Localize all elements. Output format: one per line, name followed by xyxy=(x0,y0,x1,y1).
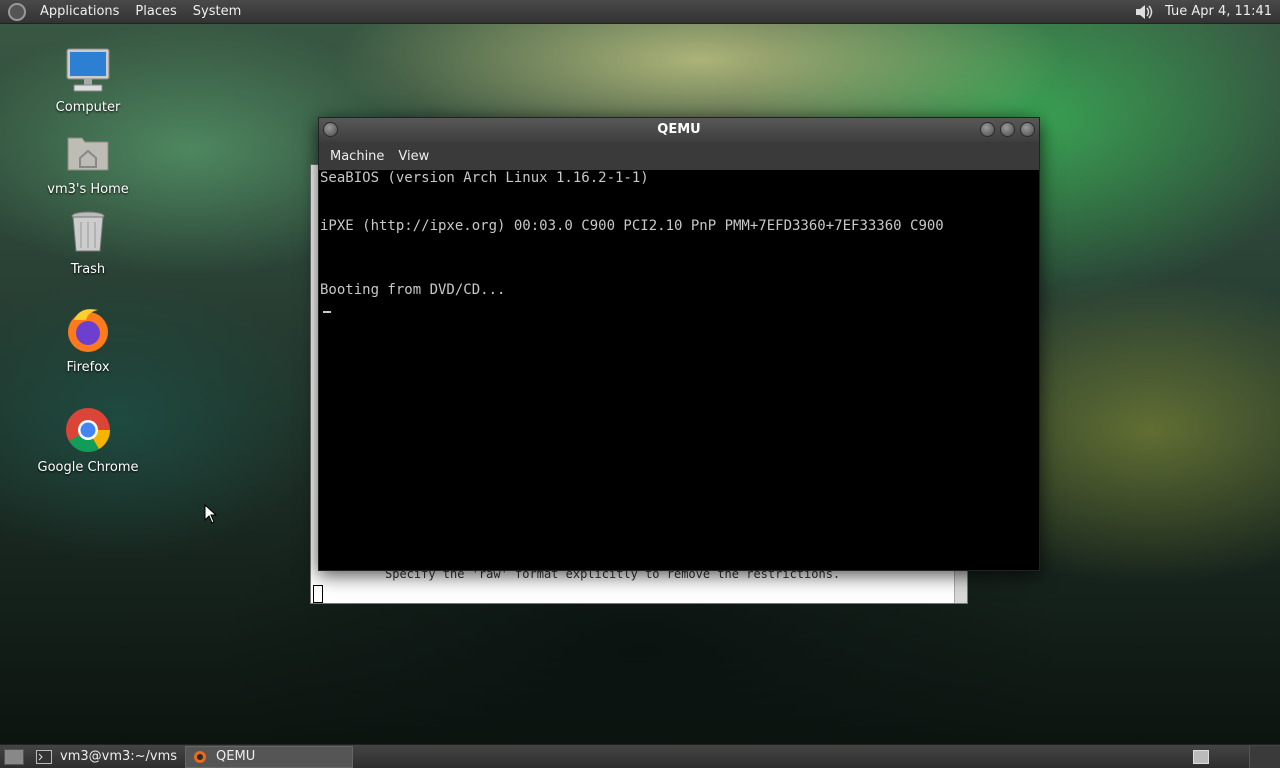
terminal-cursor xyxy=(313,585,323,603)
taskbar-item-label: vm3@vm3:~/vms xyxy=(60,749,178,764)
bottom-panel: vm3@vm3:~/vms QEMU xyxy=(0,744,1280,768)
top-panel: Applications Places System Tue Apr 4, 11… xyxy=(0,0,1280,24)
desktop-icon-computer[interactable]: Computer xyxy=(28,46,148,115)
desktop-icon-home[interactable]: vm3's Home xyxy=(28,128,148,197)
applications-menu[interactable]: Applications xyxy=(32,4,127,19)
qemu-window[interactable]: QEMU Machine View SeaBIOS (version Arch … xyxy=(318,117,1040,571)
qemu-titlebar[interactable]: QEMU xyxy=(319,118,1039,142)
show-desktop-icon[interactable] xyxy=(4,748,24,765)
ipxe-line: iPXE (http://ipxe.org) 00:03.0 C900 PCI2… xyxy=(320,218,944,234)
window-title: QEMU xyxy=(657,122,701,137)
panel-clock[interactable]: Tue Apr 4, 11:41 xyxy=(1165,4,1280,19)
qemu-menubar: Machine View xyxy=(319,142,1039,170)
desktop-icon-label: Trash xyxy=(70,262,106,277)
places-menu[interactable]: Places xyxy=(127,4,184,19)
close-icon[interactable] xyxy=(1020,122,1035,137)
text-cursor xyxy=(323,311,331,313)
taskbar-item-qemu[interactable]: QEMU xyxy=(185,745,354,768)
taskbar-item-terminal[interactable]: vm3@vm3:~/vms xyxy=(30,746,183,768)
qemu-icon xyxy=(194,750,207,763)
desktop-icon-label: Google Chrome xyxy=(37,460,139,475)
boot-line: Booting from DVD/CD... xyxy=(320,282,506,298)
bios-line: SeaBIOS (version Arch Linux 1.16.2-1-1) xyxy=(320,170,649,186)
firefox-icon xyxy=(68,309,108,352)
computer-icon xyxy=(66,48,110,92)
maximize-icon[interactable] xyxy=(1000,122,1015,137)
gnome-foot-icon[interactable] xyxy=(8,2,26,21)
desktop-icon-label: vm3's Home xyxy=(47,182,129,197)
menu-machine[interactable]: Machine xyxy=(323,149,391,164)
workspace-switcher-icon[interactable] xyxy=(1193,749,1209,764)
system-menu[interactable]: System xyxy=(185,4,249,19)
trash-icon xyxy=(71,211,105,252)
desktop-icon-label: Computer xyxy=(55,100,121,115)
desktop-icon-trash[interactable]: Trash xyxy=(28,208,148,277)
taskbar-item-label: QEMU xyxy=(216,749,256,764)
mouse-pointer-icon xyxy=(204,504,218,524)
terminal-icon xyxy=(36,749,52,764)
home-folder-icon xyxy=(67,137,109,171)
chrome-icon xyxy=(66,408,110,452)
desktop-icon-chrome[interactable]: Google Chrome xyxy=(28,406,148,475)
menu-view[interactable]: View xyxy=(391,149,436,164)
minimize-icon[interactable] xyxy=(980,122,995,137)
workspace-area[interactable] xyxy=(1249,745,1280,768)
desktop-icon-label: Firefox xyxy=(66,360,110,375)
vm-display[interactable]: SeaBIOS (version Arch Linux 1.16.2-1-1) … xyxy=(319,170,1039,570)
window-menu-icon[interactable] xyxy=(323,122,338,137)
speaker-icon[interactable] xyxy=(1133,3,1155,21)
desktop-icon-firefox[interactable]: Firefox xyxy=(28,306,148,375)
